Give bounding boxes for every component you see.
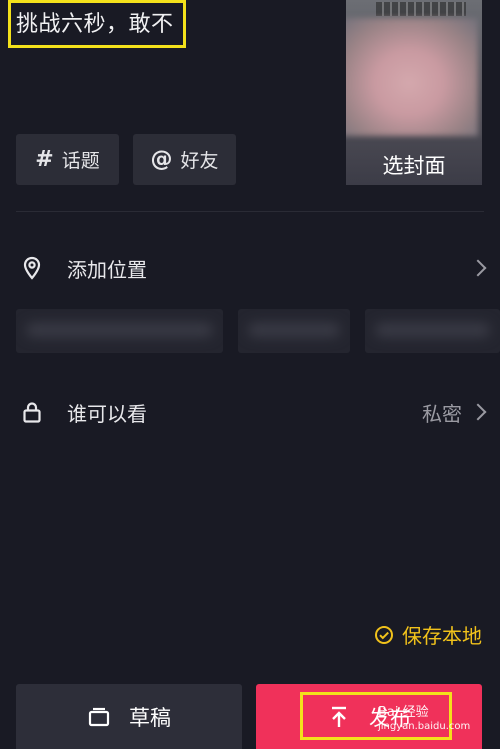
- caption-highlight-box: [8, 0, 186, 48]
- draft-icon: [88, 707, 110, 726]
- location-pin-icon: [23, 256, 41, 280]
- hashtag-icon: #: [35, 147, 54, 172]
- baidu-watermark: Bai 经验 jingyan.baidu.com: [378, 705, 471, 733]
- draft-label: 草稿: [129, 705, 171, 730]
- location-suggestion-chip[interactable]: [238, 309, 350, 353]
- lock-icon: [23, 402, 41, 423]
- cover-overlay-bar: [376, 2, 466, 16]
- chevron-right-icon: [469, 403, 487, 421]
- privacy-label: 谁可以看: [67, 401, 147, 426]
- location-suggestion-chip[interactable]: [365, 309, 500, 353]
- cover-blurred-image: [346, 18, 478, 136]
- save-local-label: 保存本地: [402, 624, 482, 648]
- mention-friend-label: 好友: [180, 150, 219, 172]
- draft-button[interactable]: 草稿: [16, 684, 242, 749]
- section-divider: [16, 211, 484, 212]
- add-location-label: 添加位置: [67, 257, 147, 282]
- save-local-toggle[interactable]: 保存本地: [374, 620, 482, 649]
- at-icon: @: [150, 147, 173, 172]
- topic-tag-button[interactable]: # 话题: [16, 134, 119, 185]
- select-cover-label: 选封面: [382, 154, 446, 178]
- check-circle-icon: [375, 625, 393, 644]
- chevron-right-icon: [469, 259, 487, 277]
- privacy-row[interactable]: 谁可以看 私密: [0, 394, 500, 430]
- location-suggestion-chip[interactable]: [16, 309, 223, 353]
- cover-thumbnail[interactable]: 选封面: [346, 0, 482, 185]
- add-location-row[interactable]: 添加位置: [0, 250, 500, 286]
- privacy-value: 私密: [422, 401, 462, 426]
- topic-tag-label: 话题: [61, 150, 100, 172]
- mention-friend-button[interactable]: @ 好友: [133, 134, 236, 185]
